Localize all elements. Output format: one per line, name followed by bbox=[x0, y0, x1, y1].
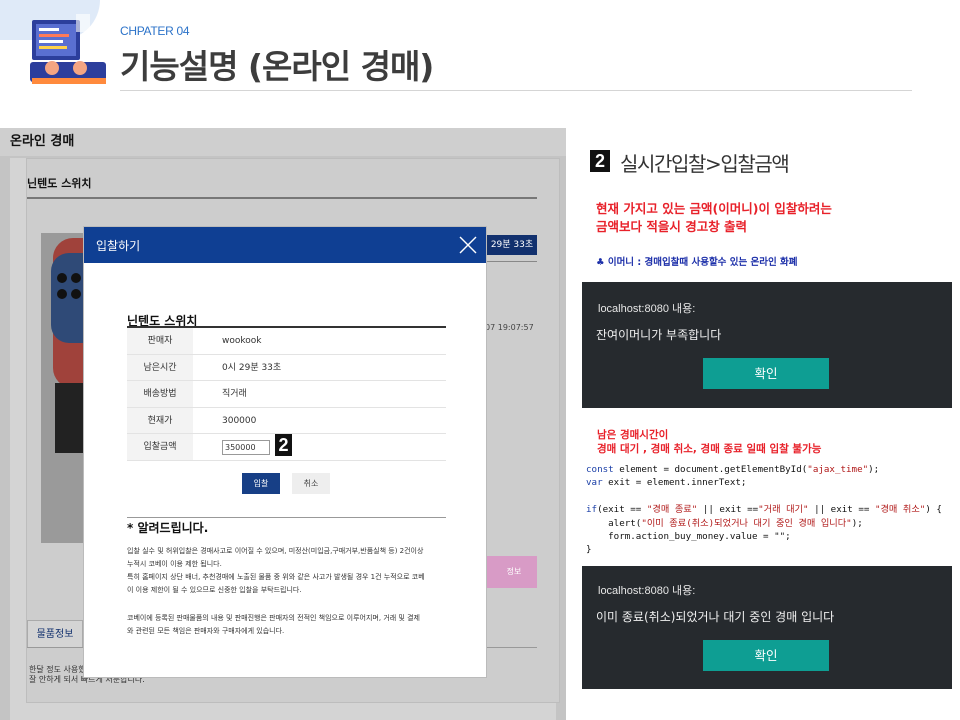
code-text: form.action_buy_money.value = ""; bbox=[586, 531, 791, 543]
code-text: alert( bbox=[586, 517, 642, 529]
section-number-badge: 2 bbox=[590, 150, 610, 172]
chapter-label: CHPATER 04 bbox=[120, 24, 190, 38]
screenshot-page-title: 온라인 경매 bbox=[10, 134, 75, 149]
code-text: || exit == bbox=[697, 504, 759, 516]
joycon-button bbox=[57, 273, 67, 283]
dialog-origin: localhost:8080 내용: bbox=[598, 585, 696, 597]
bid-restriction-description: 남은 경매시간이 경매 대기 , 경매 취소, 경매 종료 일때 입찰 불가능 bbox=[597, 429, 822, 455]
header-divider bbox=[120, 90, 912, 91]
joycon-button bbox=[57, 289, 67, 299]
current-price-value: 300000 bbox=[222, 415, 257, 426]
warning-description: 현재 가지고 있는 금액(이머니)이 입찰하려는 금액보다 적을시 경고창 출력 bbox=[596, 201, 832, 234]
alert-dialog-insufficient-funds: localhost:8080 내용: 잔여이머니가 부족합니다 확인 bbox=[582, 282, 952, 408]
notice-divider bbox=[127, 517, 446, 518]
row-label: 판매자 bbox=[127, 328, 193, 354]
computer-user-icon bbox=[30, 14, 106, 84]
emoney-definition: ♣ 이머니 : 경매입찰때 사용할수 있는 온라인 화폐 bbox=[596, 257, 798, 268]
product-divider bbox=[27, 197, 537, 199]
delivery-method-value: 직거래 bbox=[222, 389, 247, 399]
alert-dialog-auction-closed: localhost:8080 내용: 이미 종료(취소)되었거나 대기 중인 경… bbox=[582, 566, 952, 689]
table-row: 판매자 wookook bbox=[127, 328, 446, 355]
code-string: "거래 대기" bbox=[758, 504, 809, 516]
code-string: "경매 종료" bbox=[646, 504, 698, 516]
code-string: "이미 종료(취소)되었거나 대기 중인 경매 입니다" bbox=[641, 517, 852, 529]
code-string: "ajax_time" bbox=[807, 464, 869, 475]
code-text: } bbox=[586, 544, 592, 556]
row-label: 입찰금액 bbox=[127, 434, 193, 460]
dialog-message: 잔여이머니가 부족합니다 bbox=[596, 328, 722, 342]
code-text: ); bbox=[868, 464, 880, 475]
joycon-button bbox=[71, 289, 81, 299]
cancel-button[interactable]: 취소 bbox=[292, 473, 330, 494]
row-label: 현재가 bbox=[127, 407, 193, 433]
modal-title: 입찰하기 bbox=[96, 239, 141, 253]
remaining-time-tab[interactable]: 29분 33초 bbox=[487, 235, 537, 255]
slide-title: 기능설명 (온라인 경매) bbox=[120, 47, 434, 86]
remaining-time-value: 0시 29분 33초 bbox=[222, 362, 282, 373]
code-keyword: if bbox=[586, 504, 598, 516]
registration-date: 07 19:07:57 bbox=[485, 323, 534, 332]
code-text: element = document.getElementById( bbox=[613, 464, 808, 475]
step-number-badge: 2 bbox=[275, 434, 292, 456]
row-label: 배송방법 bbox=[127, 381, 193, 407]
ok-button[interactable]: 확인 bbox=[703, 640, 829, 671]
seller-value: wookook bbox=[222, 336, 262, 346]
code-string: "경매 취소" bbox=[874, 504, 926, 516]
bid-modal: 입찰하기 닌텐도 스위치 판매자 wookook 남은시간 0시 29분 33초… bbox=[83, 226, 487, 678]
code-text: ) { bbox=[925, 504, 942, 516]
table-row: 남은시간 0시 29분 33초 bbox=[127, 354, 446, 381]
ok-button[interactable]: 확인 bbox=[703, 358, 829, 389]
section-title: 실시간입찰>입찰금액 bbox=[620, 152, 790, 176]
notice-title: * 알려드립니다. bbox=[127, 521, 209, 535]
notice-paragraph: 코베이에 등록된 판매물품의 내용 및 판매진행은 판매자의 전적인 책임으로 … bbox=[127, 614, 420, 635]
table-row: 현재가 300000 bbox=[127, 407, 446, 434]
code-text: (exit == bbox=[597, 504, 647, 516]
time-divider bbox=[487, 261, 537, 262]
screenshot-header-bar bbox=[0, 128, 566, 156]
dialog-origin: localhost:8080 내용: bbox=[598, 303, 696, 315]
dialog-message: 이미 종료(취소)되었거나 대기 중인 경매 입니다 bbox=[596, 610, 835, 624]
product-title: 닌텐도 스위치 bbox=[27, 177, 92, 190]
tab-item-info[interactable]: 물품정보 bbox=[27, 620, 83, 648]
notice-paragraph: 입찰 실수 및 허위입찰은 경매사고로 이어질 수 있으며, 미정산(미입금,구… bbox=[127, 547, 425, 594]
bid-button[interactable]: 입찰 bbox=[242, 473, 280, 494]
code-text: exit = element.innerText; bbox=[602, 477, 747, 489]
code-snippet: const element = document.getElementById(… bbox=[586, 463, 942, 557]
code-keyword: const bbox=[586, 464, 614, 475]
row-label: 남은시간 bbox=[127, 354, 193, 380]
code-text: || exit == bbox=[808, 504, 875, 516]
bid-amount-cell bbox=[193, 434, 446, 460]
modal-header: 입찰하기 bbox=[84, 227, 486, 263]
table-row: 배송방법 직거래 bbox=[127, 381, 446, 408]
bid-amount-input[interactable] bbox=[222, 440, 270, 455]
code-keyword: var bbox=[586, 477, 603, 489]
close-icon[interactable] bbox=[458, 235, 478, 255]
joycon-button bbox=[71, 273, 81, 283]
code-text: ); bbox=[851, 517, 863, 529]
